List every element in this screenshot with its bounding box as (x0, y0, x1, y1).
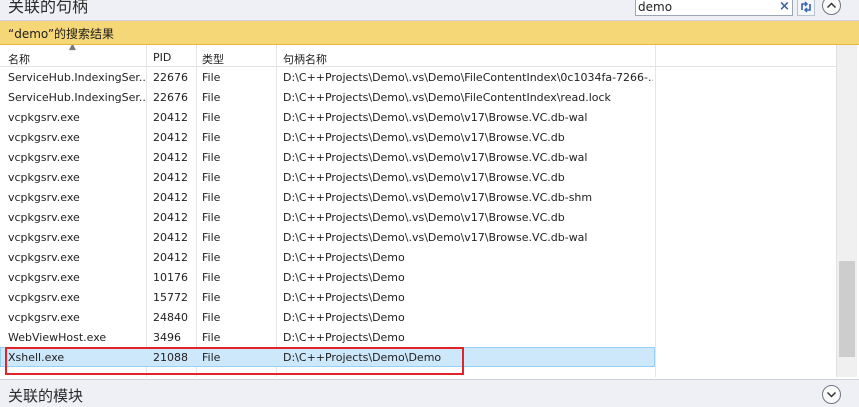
cell-handle-name: D:\C++Projects\Demo\.vs\Demo\v17\Browse.… (283, 231, 588, 244)
cell-pid: 20412 (153, 111, 188, 124)
cell-process-name: vcpkgsrv.exe (8, 271, 80, 284)
cell-process-name: vcpkgsrv.exe (8, 131, 80, 144)
cell-type: File (202, 211, 221, 224)
cell-type: File (202, 271, 221, 284)
cell-process-name: vcpkgsrv.exe (8, 191, 80, 204)
cell-handle-name: D:\C++Projects\Demo\.vs\Demo\v17\Browse.… (283, 211, 565, 224)
modules-panel-header: 关联的模块 (0, 379, 859, 407)
collapse-button[interactable] (822, 0, 841, 15)
table-row[interactable]: vcpkgsrv.exe 20412 File D:\C++Projects\Demo… (0, 207, 836, 227)
table-row[interactable]: vcpkgsrv.exe 20412 File D:\C++Projects\Demo (0, 247, 836, 267)
vertical-scrollbar[interactable] (836, 45, 857, 377)
cell-type: File (202, 191, 221, 204)
table-row[interactable]: WebViewHost.exe 3496 File D:\C++Projects\De… (0, 327, 836, 347)
search-results-label: “demo”的搜索结果 (8, 27, 115, 41)
cell-type: File (202, 151, 221, 164)
search-input[interactable] (638, 0, 773, 15)
cell-type: File (202, 131, 221, 144)
column-header-handle-name[interactable]: 句柄名称 (283, 51, 327, 67)
cell-handle-name: D:\C++Projects\Demo\.vs\Demo\FileContent… (283, 71, 653, 84)
table-row[interactable]: ServiceHub.IndexingSer... 22676 File D:\C++… (0, 87, 836, 107)
cell-pid: 3496 (153, 331, 181, 344)
cell-type: File (202, 231, 221, 244)
table-row[interactable]: vcpkgsrv.exe 20412 File D:\C++Projects\Demo… (0, 227, 836, 247)
cell-pid: 20412 (153, 231, 188, 244)
cell-pid: 15772 (153, 291, 188, 304)
cell-type: File (202, 251, 221, 264)
chevron-up-icon (826, 2, 837, 9)
table-row[interactable]: vcpkgsrv.exe 20412 File D:\C++Projects\Demo… (0, 147, 836, 167)
search-options-icon (801, 1, 811, 13)
cell-pid: 20412 (153, 191, 188, 204)
cell-process-name: ServiceHub.IndexingSer... (8, 71, 146, 84)
cell-pid: 10176 (153, 271, 188, 284)
cell-handle-name: D:\C++Projects\Demo\.vs\Demo\v17\Browse.… (283, 151, 588, 164)
table-row[interactable]: vcpkgsrv.exe 20412 File D:\C++Projects\Demo… (0, 107, 836, 127)
handles-panel-header: 关联的句柄 × (0, 0, 859, 21)
cell-type: File (202, 91, 221, 104)
cell-handle-name: D:\C++Projects\Demo\Demo (283, 351, 442, 364)
cell-type: File (202, 171, 221, 184)
column-header-pid[interactable]: PID (153, 51, 171, 64)
cell-type: File (202, 111, 221, 124)
cell-pid: 20412 (153, 151, 188, 164)
cell-type: File (202, 351, 221, 364)
cell-handle-name: D:\C++Projects\Demo (283, 271, 405, 284)
handles-grid: 名称 ▲ PID 类型 句柄名称 ServiceHub.IndexingSer.… (0, 45, 836, 377)
table-row[interactable]: vcpkgsrv.exe 20412 File D:\C++Projects\Demo… (0, 167, 836, 187)
search-box[interactable]: × (635, 0, 793, 16)
cell-handle-name: D:\C++Projects\Demo\.vs\Demo\v17\Browse.… (283, 111, 588, 124)
cell-process-name: vcpkgsrv.exe (8, 111, 80, 124)
cell-process-name: ServiceHub.IndexingSer... (8, 91, 146, 104)
grid-header: 名称 ▲ PID 类型 句柄名称 (0, 45, 836, 67)
cell-pid: 20412 (153, 131, 188, 144)
cell-type: File (202, 71, 221, 84)
cell-process-name: vcpkgsrv.exe (8, 311, 80, 324)
cell-handle-name: D:\C++Projects\Demo\.vs\Demo\FileContent… (283, 91, 611, 104)
column-header-name[interactable]: 名称 (8, 51, 30, 67)
cell-process-name: vcpkgsrv.exe (8, 231, 80, 244)
cell-handle-name: D:\C++Projects\Demo\.vs\Demo\v17\Browse.… (283, 191, 593, 204)
cell-type: File (202, 311, 221, 324)
scrollbar-thumb[interactable] (839, 261, 855, 357)
expand-button[interactable] (822, 385, 841, 404)
chevron-down-icon (826, 391, 837, 398)
cell-process-name: vcpkgsrv.exe (8, 171, 80, 184)
modules-panel-title: 关联的模块 (8, 387, 84, 405)
search-results-banner: “demo”的搜索结果 (0, 21, 859, 45)
sort-ascending-icon: ▲ (69, 45, 76, 52)
cell-pid: 22676 (153, 71, 188, 84)
cell-handle-name: D:\C++Projects\Demo (283, 251, 405, 264)
cell-pid: 20412 (153, 211, 188, 224)
table-row[interactable]: vcpkgsrv.exe 24840 File D:\C++Projects\Demo (0, 307, 836, 327)
cell-pid: 20412 (153, 171, 188, 184)
cell-process-name: vcpkgsrv.exe (8, 291, 80, 304)
cell-pid: 20412 (153, 251, 188, 264)
cell-process-name: Xshell.exe (8, 351, 65, 364)
cell-handle-name: D:\C++Projects\Demo\.vs\Demo\v17\Browse.… (283, 131, 565, 144)
cell-process-name: vcpkgsrv.exe (8, 251, 80, 264)
table-row-selected[interactable]: Xshell.exe 21088 File D:\C++Projects\Demo\D… (0, 347, 836, 367)
table-row[interactable]: vcpkgsrv.exe 15772 File D:\C++Projects\Demo (0, 287, 836, 307)
cell-process-name: vcpkgsrv.exe (8, 151, 80, 164)
cell-type: File (202, 331, 221, 344)
search-options-button[interactable] (797, 0, 815, 16)
cell-pid: 24840 (153, 311, 188, 324)
table-row[interactable]: ServiceHub.IndexingSer... 22676 File D:\C++… (0, 67, 836, 87)
panel-title: 关联的句柄 (8, 0, 89, 16)
clear-search-icon[interactable]: × (779, 0, 790, 14)
cell-process-name: WebViewHost.exe (8, 331, 107, 344)
table-row[interactable]: vcpkgsrv.exe 10176 File D:\C++Projects\Demo (0, 267, 836, 287)
table-row[interactable]: vcpkgsrv.exe 20412 File D:\C++Projects\Demo… (0, 127, 836, 147)
cell-pid: 21088 (153, 351, 188, 364)
cell-handle-name: D:\C++Projects\Demo (283, 311, 405, 324)
cell-type: File (202, 291, 221, 304)
cell-handle-name: D:\C++Projects\Demo (283, 291, 405, 304)
cell-handle-name: D:\C++Projects\Demo (283, 331, 405, 344)
cell-process-name: vcpkgsrv.exe (8, 211, 80, 224)
column-header-type[interactable]: 类型 (202, 51, 224, 67)
cell-handle-name: D:\C++Projects\Demo\.vs\Demo\v17\Browse.… (283, 171, 565, 184)
cell-pid: 22676 (153, 91, 188, 104)
table-row[interactable]: vcpkgsrv.exe 20412 File D:\C++Projects\Demo… (0, 187, 836, 207)
